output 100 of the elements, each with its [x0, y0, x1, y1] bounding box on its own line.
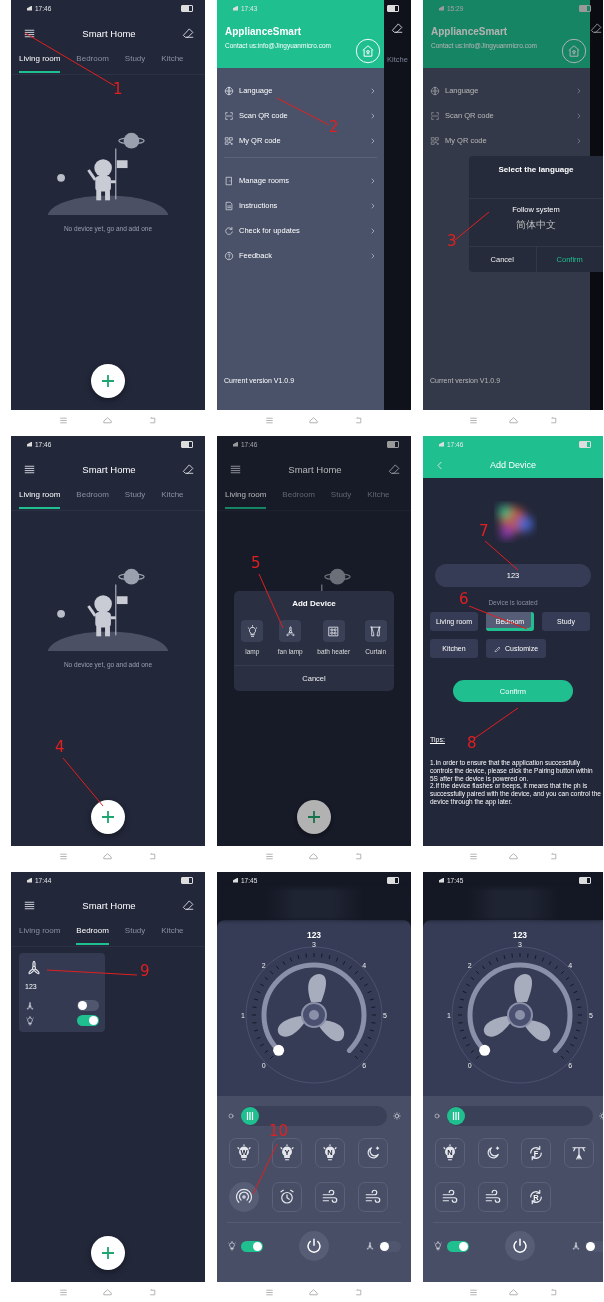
- mode-button[interactable]: [564, 1138, 594, 1168]
- eraser-icon[interactable]: [182, 898, 195, 912]
- mode-button[interactable]: [358, 1138, 388, 1168]
- leader-line: [62, 757, 104, 807]
- room-tab[interactable]: Study: [124, 486, 146, 509]
- power-button[interactable]: [299, 1231, 329, 1261]
- fan-icon: [571, 1241, 581, 1251]
- battery-icon: [181, 440, 193, 448]
- plus-icon: [99, 808, 117, 826]
- house-logo-icon: [355, 38, 381, 64]
- step-number: 7: [479, 524, 489, 539]
- device-type-button[interactable]: [322, 620, 345, 642]
- room-tab[interactable]: Living room: [19, 922, 61, 945]
- slider-thumb[interactable]: [447, 1107, 465, 1125]
- step-number: 10: [269, 1124, 289, 1139]
- bulb-icon: [441, 1144, 459, 1162]
- slider-thumb[interactable]: [241, 1107, 259, 1125]
- light-toggle[interactable]: [241, 1240, 263, 1252]
- power-icon: [305, 1237, 323, 1255]
- mode-button[interactable]: [315, 1182, 345, 1212]
- plus-icon: [99, 372, 117, 390]
- help-icon: [224, 250, 234, 261]
- eraser-icon[interactable]: [182, 462, 195, 476]
- battery-icon: [387, 4, 399, 12]
- document-icon: [224, 200, 234, 211]
- room-tab[interactable]: Kitche: [161, 922, 184, 945]
- step-number: 9: [140, 964, 150, 979]
- room-tab[interactable]: Living room: [225, 486, 267, 509]
- power-button[interactable]: [505, 1231, 535, 1261]
- scan-icon: [430, 110, 440, 121]
- step-number: 8: [467, 736, 477, 751]
- fan-icon: [283, 624, 297, 638]
- house-logo-icon: [561, 38, 587, 64]
- speed-knob[interactable]: [273, 1044, 285, 1056]
- eraser-icon[interactable]: [388, 462, 401, 476]
- speed-knob[interactable]: [479, 1044, 491, 1056]
- chevron-right-icon[interactable]: [369, 251, 377, 260]
- bulb-icon: [25, 1015, 35, 1026]
- grid-icon: [327, 624, 341, 638]
- chevron-right-icon[interactable]: [369, 86, 377, 95]
- add-button[interactable]: [91, 364, 125, 398]
- add-button[interactable]: [91, 800, 125, 834]
- globe-icon: [224, 85, 234, 96]
- light-toggle[interactable]: [447, 1240, 469, 1252]
- cycle-icon: [527, 1144, 545, 1162]
- add-button[interactable]: [297, 800, 331, 834]
- leader-line: [252, 1143, 278, 1195]
- room-tab[interactable]: Study: [124, 50, 146, 73]
- fan-toggle[interactable]: [585, 1240, 603, 1252]
- power-icon: [511, 1237, 529, 1255]
- mode-button[interactable]: [478, 1138, 508, 1168]
- language-option[interactable]: 简体中文: [516, 218, 556, 236]
- eraser-icon[interactable]: [182, 26, 195, 40]
- room-tab[interactable]: Bedroom: [76, 922, 109, 945]
- battery-icon: [181, 4, 193, 12]
- leader-line: [258, 573, 284, 629]
- chevron-right-icon[interactable]: [575, 111, 583, 120]
- bulb-icon: [278, 1144, 296, 1162]
- mode-button[interactable]: [229, 1182, 259, 1212]
- chevron-right-icon[interactable]: [575, 86, 583, 95]
- mode-button[interactable]: [478, 1182, 508, 1212]
- chevron-right-icon[interactable]: [369, 111, 377, 120]
- room-tab[interactable]: Living room: [19, 50, 61, 73]
- signal-icon: [235, 1188, 253, 1206]
- room-tab[interactable]: Bedroom: [76, 486, 109, 509]
- room-tab[interactable]: Kitche: [161, 50, 184, 73]
- fan-icon: [365, 1241, 375, 1251]
- chevron-right-icon[interactable]: [369, 176, 377, 185]
- fan-toggle[interactable]: [77, 1000, 99, 1011]
- bulb-icon: [245, 624, 259, 638]
- refresh-icon: [224, 225, 234, 236]
- room-tab[interactable]: Kitche: [161, 486, 184, 509]
- light-toggle[interactable]: [77, 1015, 99, 1026]
- room-tab[interactable]: Study: [124, 922, 146, 945]
- dialog-title: Select the language: [498, 164, 574, 176]
- room-tab[interactable]: Bedroom: [76, 50, 109, 73]
- brightness-low-icon: [227, 1112, 235, 1120]
- device-name: 123: [306, 930, 322, 940]
- app-title: Smart Home: [82, 899, 136, 911]
- bulb-icon: [433, 1241, 443, 1251]
- add-button[interactable]: [91, 1236, 125, 1270]
- chevron-right-icon[interactable]: [369, 136, 377, 145]
- device-name: 123: [512, 930, 528, 940]
- device-type-button[interactable]: [279, 620, 302, 642]
- fan-toggle[interactable]: [379, 1240, 401, 1252]
- bulb-icon: [235, 1144, 253, 1162]
- brightness-slider[interactable]: [447, 1106, 593, 1126]
- mode-button[interactable]: [272, 1182, 302, 1212]
- brightness-slider[interactable]: [241, 1106, 387, 1126]
- device-type-button[interactable]: [241, 620, 264, 642]
- sheet-title: Add Device: [292, 599, 336, 608]
- mode-button[interactable]: [435, 1182, 465, 1212]
- chevron-right-icon[interactable]: [575, 136, 583, 145]
- step-number: 1: [113, 82, 123, 97]
- chevron-right-icon[interactable]: [369, 226, 377, 235]
- cycle-icon: [527, 1188, 545, 1206]
- mode-button[interactable]: [358, 1182, 388, 1212]
- chevron-right-icon[interactable]: [369, 201, 377, 210]
- room-tab[interactable]: Living room: [19, 486, 61, 509]
- device-type-button[interactable]: [364, 620, 387, 642]
